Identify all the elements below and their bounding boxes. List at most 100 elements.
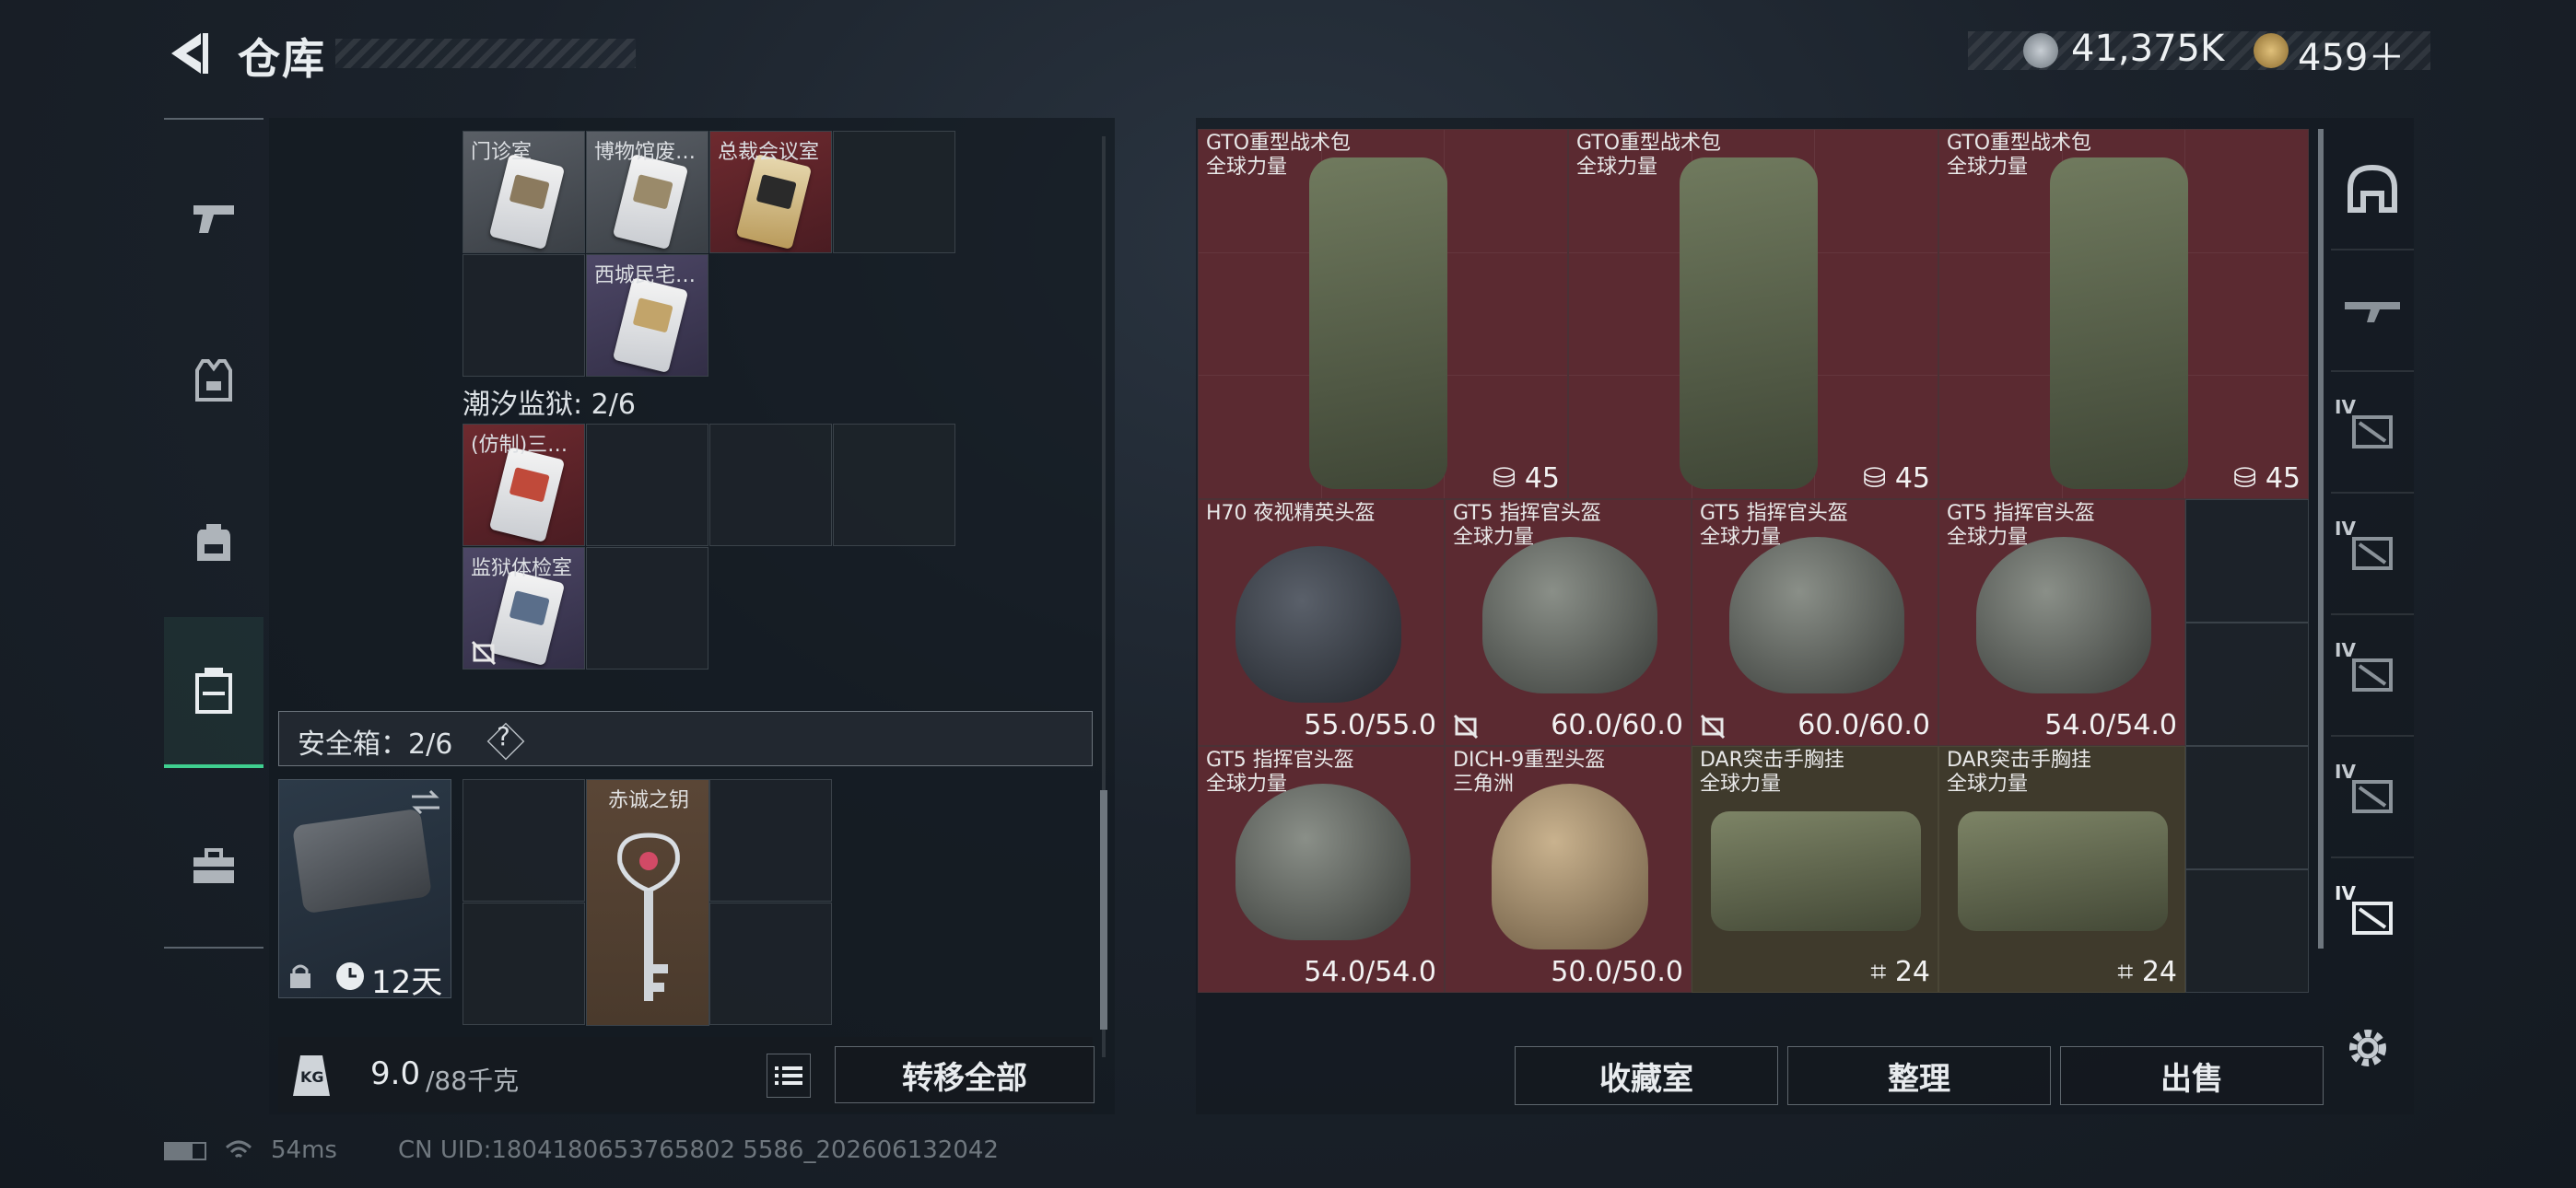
- collection-room-button[interactable]: 收藏室: [1515, 1046, 1778, 1105]
- sidebar-item-weapons[interactable]: [164, 164, 263, 273]
- filter-armor-tier[interactable]: IV: [2331, 615, 2414, 737]
- inventory-item-chest-rig[interactable]: DAR突击手胸挂 全球力量 ⌗ 24: [1938, 746, 2185, 993]
- inventory-item-helmet[interactable]: GT5 指挥官头盔 全球力量 54.0/54.0: [1938, 499, 2185, 746]
- silver-currency-value: 41,375K: [2071, 28, 2225, 70]
- item-name: GT5 指挥官头盔 全球力量: [1206, 749, 1354, 796]
- tier-label: IV: [2335, 639, 2356, 661]
- safe-box-slot[interactable]: 12天: [278, 779, 451, 1001]
- filter-helmet[interactable]: [2331, 129, 2414, 250]
- prison-section-title: 潮汐监狱: 2/6: [463, 389, 636, 421]
- item-name: GTO重型战术包 全球力量: [1947, 132, 2092, 179]
- inventory-item-backpack[interactable]: GTO重型战术包 全球力量 ⛁ 45: [1198, 129, 1568, 499]
- filter-armor-tier[interactable]: IV: [2331, 494, 2414, 615]
- keycard-image: [488, 153, 566, 250]
- keycard-image: [488, 569, 566, 667]
- inventory-scrollbar[interactable]: [2318, 129, 2324, 949]
- item-name: DAR突击手胸挂 全球力量: [1947, 749, 2091, 796]
- pistol-icon: [193, 205, 234, 233]
- key-cell[interactable]: 门诊室: [463, 131, 585, 253]
- empty-key-slot[interactable]: [709, 424, 832, 546]
- key-cell[interactable]: 西城民宅…: [586, 254, 708, 377]
- sidebar-item-keys[interactable]: [164, 617, 263, 768]
- silver-coin-icon: [2023, 33, 2058, 68]
- empty-key-slot[interactable]: [586, 547, 708, 670]
- inventory-item-helmet[interactable]: DICH-9重型头盔 三角洲 50.0/50.0: [1445, 746, 1692, 993]
- filter-armor-tier[interactable]: IV: [2331, 858, 2414, 978]
- chest-rig-image: [1711, 811, 1921, 931]
- nv-helmet-image: [1235, 546, 1401, 703]
- inventory-item-backpack[interactable]: GTO重型战术包 全球力量 ⛁ 45: [1938, 129, 2309, 499]
- battery-icon: [164, 1142, 206, 1160]
- back-button[interactable]: [164, 28, 216, 79]
- safe-slot[interactable]: [709, 903, 832, 1025]
- empty-key-slot[interactable]: [463, 254, 585, 377]
- gear-icon: [2349, 1030, 2386, 1066]
- empty-key-slot[interactable]: [833, 424, 955, 546]
- inventory-item-helmet[interactable]: GT5 指挥官头盔 全球力量 60.0/60.0: [1692, 499, 1938, 746]
- safe-slot[interactable]: [709, 779, 832, 902]
- inventory-item-helmet[interactable]: GT5 指挥官头盔 全球力量 54.0/54.0: [1198, 746, 1445, 993]
- gold-triangle-coin-icon: [2254, 33, 2289, 68]
- rifle-filter-icon: [2345, 302, 2400, 322]
- sell-button[interactable]: 出售: [2060, 1046, 2324, 1105]
- backpack-icon: [197, 524, 230, 561]
- no-trade-icon: [1700, 714, 1726, 740]
- helmet-image: [1482, 537, 1657, 693]
- weight-value: 9.0: [370, 1055, 421, 1092]
- safe-box-header: 安全箱：2/6 ?: [278, 711, 1093, 766]
- sidebar-item-backpack[interactable]: [164, 488, 263, 597]
- key-label: 总裁会议室: [718, 141, 820, 164]
- key-label: 监狱体检室: [471, 557, 573, 580]
- empty-inventory-slot[interactable]: [2185, 746, 2309, 869]
- organize-button[interactable]: 整理: [1787, 1046, 2051, 1105]
- helmet-image: [1976, 537, 2151, 693]
- inventory-item-chest-rig[interactable]: DAR突击手胸挂 全球力量 ⌗ 24: [1692, 746, 1938, 993]
- tier-label: IV: [2335, 518, 2356, 540]
- item-durability: 60.0/60.0: [1551, 709, 1683, 741]
- sidebar-item-tools[interactable]: [164, 812, 263, 921]
- filter-armor-tier[interactable]: IV: [2331, 372, 2414, 494]
- item-name: GTO重型战术包 全球力量: [1576, 132, 1722, 179]
- filter-armor-tier[interactable]: IV: [2331, 737, 2414, 858]
- key-cell[interactable]: (仿制)三…: [463, 424, 585, 546]
- inventory-item-helmet[interactable]: GT5 指挥官头盔 全球力量 60.0/60.0: [1445, 499, 1692, 746]
- key-cell[interactable]: 监狱体检室: [463, 547, 585, 670]
- empty-inventory-slot[interactable]: [2185, 499, 2309, 623]
- key-cell[interactable]: 博物馆废…: [586, 131, 708, 253]
- tier-label: IV: [2335, 761, 2356, 783]
- swap-icon[interactable]: [408, 787, 443, 817]
- empty-inventory-slot[interactable]: [2185, 623, 2309, 746]
- inventory-item-backpack[interactable]: GTO重型战术包 全球力量 ⛁ 45: [1568, 129, 1938, 499]
- toolbox-icon: [193, 848, 234, 883]
- slots-icon: ⌗: [2117, 956, 2142, 988]
- list-icon: [775, 1066, 802, 1085]
- weight-capacity: /88千克: [426, 1066, 520, 1096]
- item-durability: 54.0/54.0: [2044, 709, 2177, 741]
- item-durability: 55.0/55.0: [1304, 709, 1436, 741]
- key-item-chicheng[interactable]: 赤诚之钥: [586, 779, 709, 1026]
- empty-key-slot[interactable]: [833, 131, 955, 253]
- settings-button[interactable]: [2342, 1022, 2394, 1077]
- title-decoration: [335, 39, 636, 68]
- filter-rifle[interactable]: [2331, 250, 2414, 372]
- key-label: 博物馆废…: [594, 141, 697, 164]
- list-view-button[interactable]: [767, 1054, 811, 1098]
- category-sidebar: [164, 118, 263, 949]
- tier-label: IV: [2335, 882, 2356, 904]
- empty-inventory-slot[interactable]: [2185, 869, 2309, 993]
- scrollbar-thumb[interactable]: [1100, 790, 1107, 1030]
- ping-value: 54ms: [271, 1136, 337, 1164]
- vest-icon: [195, 359, 232, 402]
- key-cell[interactable]: 总裁会议室: [709, 131, 832, 253]
- safe-slot[interactable]: [463, 903, 585, 1025]
- backpack-image: [1309, 157, 1447, 489]
- item-name: H70 夜视精英头盔: [1206, 502, 1376, 525]
- empty-key-slot[interactable]: [586, 424, 708, 546]
- inventory-item-helmet[interactable]: H70 夜视精英头盔 55.0/55.0: [1198, 499, 1445, 746]
- help-label[interactable]: ?: [497, 721, 510, 751]
- backpack-image: [1680, 157, 1818, 489]
- inventory-scrollbar-thumb[interactable]: [2318, 129, 2324, 949]
- transfer-all-button[interactable]: 转移全部: [835, 1046, 1095, 1103]
- sidebar-item-armor[interactable]: [164, 326, 263, 435]
- safe-slot[interactable]: [463, 779, 585, 902]
